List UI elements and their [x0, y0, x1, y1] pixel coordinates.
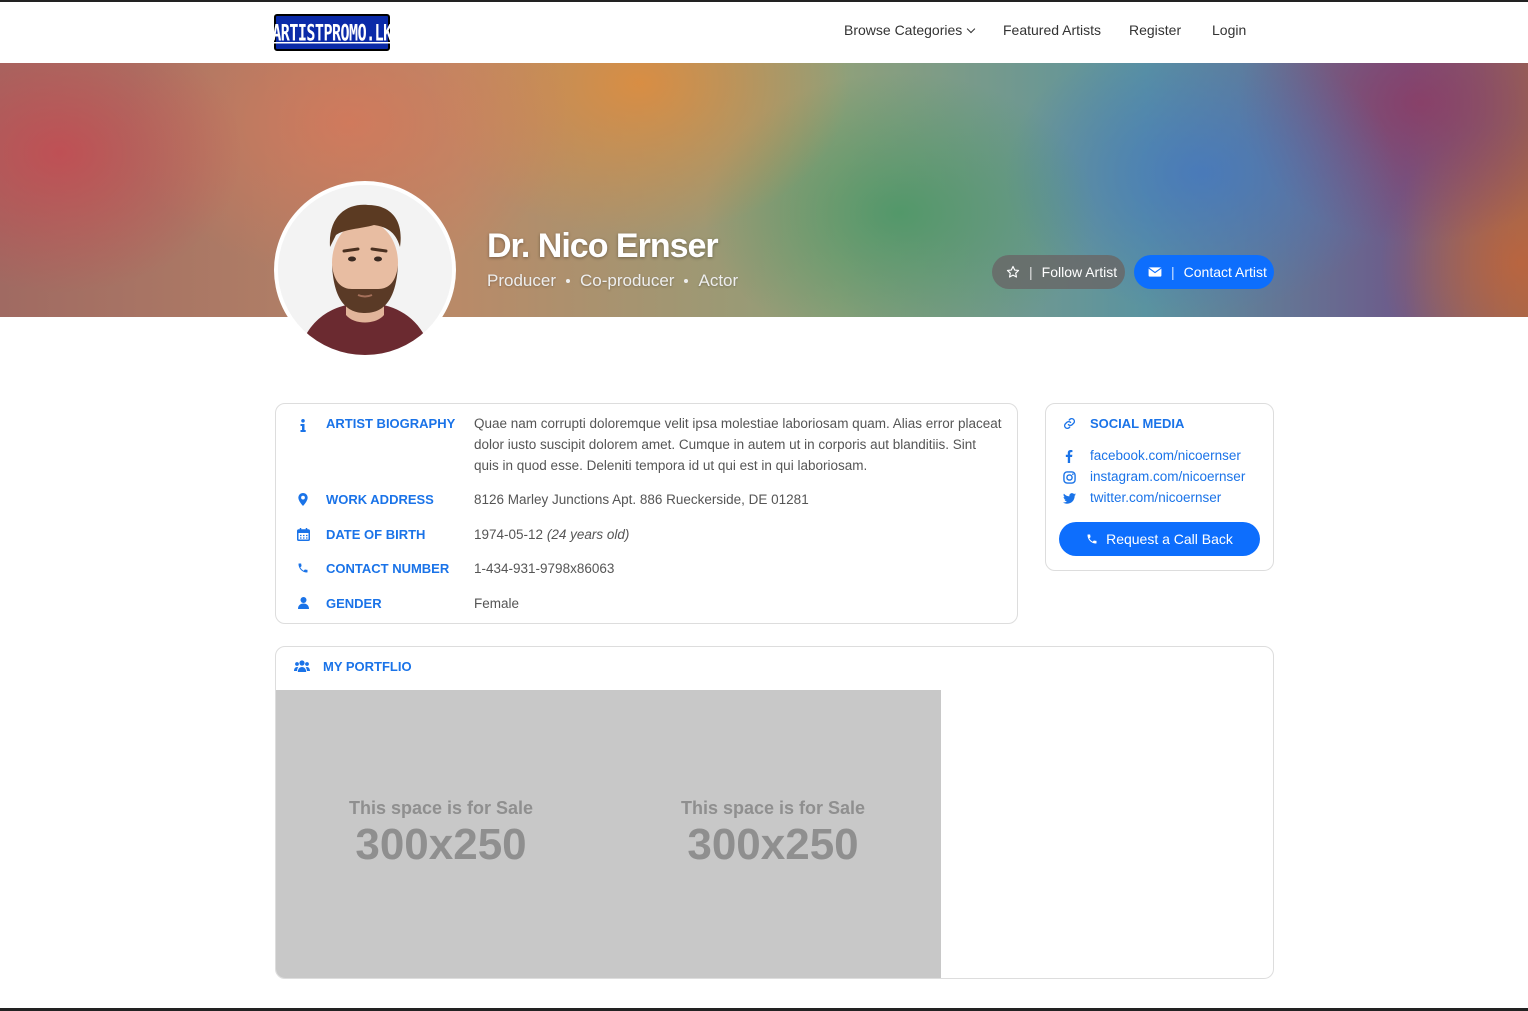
ad-line1: This space is for Sale: [680, 798, 866, 818]
ad-line1: This space is for Sale: [348, 798, 534, 818]
star-icon: [1006, 265, 1020, 279]
role-item: Actor: [698, 271, 739, 290]
follow-artist-label: Follow Artist: [1041, 264, 1118, 280]
work-address-label: WORK ADDRESS: [326, 492, 434, 507]
site-logo[interactable]: ARTISTPROMO.LK: [272, 14, 392, 51]
nav-browse-categories-label: Browse Categories: [844, 22, 963, 38]
link-icon: [1062, 416, 1076, 430]
button-separator: |: [1029, 264, 1033, 280]
gender-label: GENDER: [326, 596, 382, 611]
role-separator-dot: [684, 279, 689, 283]
chevron-down-icon: [967, 24, 976, 34]
profile-banner: Dr. Nico Ernser Producer Co-producer Act…: [0, 63, 1528, 317]
users-icon: [294, 659, 310, 673]
instagram-link[interactable]: instagram.com/nicoernser: [1090, 469, 1245, 484]
ad-size: 300x250: [687, 820, 859, 869]
envelope-icon: [1148, 266, 1162, 278]
artist-info-card: ARTIST BIOGRAPHY Quae nam corrupti dolor…: [275, 403, 1018, 624]
portfolio-title: MY PORTFLIO: [323, 659, 412, 674]
social-media-title: SOCIAL MEDIA: [1090, 416, 1185, 431]
nav-browse-categories[interactable]: Browse Categories: [844, 22, 976, 38]
work-address-value: 8126 Marley Junctions Apt. 886 Rueckersi…: [474, 492, 809, 507]
nav-login[interactable]: Login: [1212, 22, 1246, 38]
social-media-card: SOCIAL MEDIA facebook.com/nicoernser ins…: [1045, 403, 1274, 571]
avatar: [274, 181, 456, 359]
nav-register[interactable]: Register: [1129, 22, 1181, 38]
artist-roles: Producer Co-producer Actor: [487, 271, 738, 291]
twitter-icon: [1062, 491, 1076, 505]
ad-placeholder[interactable]: This space is for Sale 300x250: [663, 798, 883, 871]
date-of-birth-label: DATE OF BIRTH: [326, 527, 426, 542]
request-call-back-button[interactable]: Request a Call Back: [1059, 522, 1260, 556]
facebook-link[interactable]: facebook.com/nicoernser: [1090, 448, 1241, 463]
follow-artist-button[interactable]: | Follow Artist: [992, 255, 1125, 289]
role-item: Co-producer: [579, 271, 675, 290]
date-of-birth-value: 1974-05-12 (24 years old): [474, 524, 629, 545]
twitter-link[interactable]: twitter.com/nicoernser: [1090, 490, 1221, 505]
phone-icon: [1086, 533, 1098, 545]
info-icon: [296, 418, 310, 432]
user-icon: [296, 596, 310, 610]
map-marker-icon: [296, 492, 310, 506]
calendar-icon: [296, 527, 310, 541]
navbar: ARTISTPROMO.LK Browse Categories Feature…: [0, 2, 1528, 63]
phone-icon: [296, 561, 310, 575]
contact-number-label: CONTACT NUMBER: [326, 561, 450, 576]
artist-photo: [278, 185, 452, 355]
logo-text: ARTISTPROMO.LK: [272, 19, 392, 46]
instagram-icon: [1062, 470, 1076, 484]
nav-featured-artists[interactable]: Featured Artists: [1003, 22, 1101, 38]
role-item: Producer: [487, 271, 556, 290]
ad-banner-area: This space is for Sale 300x250 This spac…: [276, 690, 941, 978]
dob-date: 1974-05-12: [474, 527, 544, 542]
role-separator-dot: [565, 279, 570, 283]
ad-size: 300x250: [355, 820, 527, 869]
contact-artist-button[interactable]: | Contact Artist: [1134, 255, 1274, 289]
contact-artist-label: Contact Artist: [1183, 264, 1267, 280]
gender-value: Female: [474, 596, 520, 611]
ad-placeholder[interactable]: This space is for Sale 300x250: [331, 798, 551, 871]
biography-text: Quae nam corrupti doloremque velit ipsa …: [474, 416, 1002, 473]
request-call-back-label: Request a Call Back: [1106, 531, 1233, 547]
biography-label: ARTIST BIOGRAPHY: [326, 416, 456, 431]
artist-name: Dr. Nico Ernser: [487, 227, 719, 265]
button-separator: |: [1171, 264, 1175, 280]
dob-age: (24 years old): [546, 527, 630, 542]
portfolio-card: MY PORTFLIO This space is for Sale 300x2…: [275, 646, 1274, 979]
facebook-icon: [1062, 449, 1076, 463]
contact-number-value: 1-434-931-9798x86063: [474, 561, 615, 576]
